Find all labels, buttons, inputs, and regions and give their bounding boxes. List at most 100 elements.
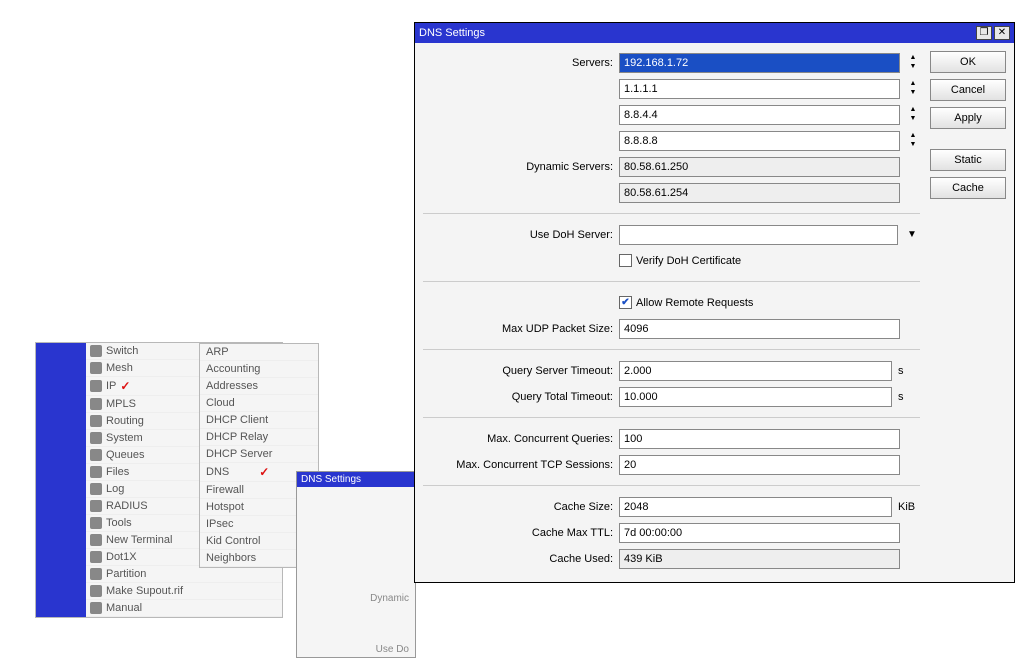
max-concurrent-tcp-input[interactable] [619,455,900,475]
mpls-icon [90,398,102,410]
seconds-unit: s [898,365,920,377]
red-check-icon: ✓ [259,465,269,479]
dynamic-servers-label: Dynamic Servers: [423,161,613,173]
max-udp-input[interactable] [619,319,900,339]
cache-used-label: Cache Used: [423,553,613,565]
dynamic-server-1 [619,157,900,177]
dot1x-icon [90,551,102,563]
menu-supout[interactable]: Make Supout.rif [86,583,282,600]
tools-icon [90,517,102,529]
menu-manual[interactable]: Manual [86,600,282,617]
log-icon [90,483,102,495]
window-title: DNS Settings [419,27,976,39]
server-1-spinner[interactable]: ▲▼ [906,54,920,72]
server-3-spinner[interactable]: ▲▼ [906,106,920,124]
partition-icon [90,568,102,580]
routing-icon [90,415,102,427]
sub-addresses[interactable]: Addresses [200,378,318,395]
max-udp-label: Max UDP Packet Size: [423,323,613,335]
chevron-up-icon: ▲ [906,80,920,89]
checkbox-icon [619,254,632,267]
servers-label: Servers: [423,57,613,69]
dns-settings-dialog: DNS Settings ❐ ✕ Servers: ▲▼ ▲▼ ▲▼ [414,22,1015,583]
kib-unit: KiB [898,501,920,513]
cache-size-label: Cache Size: [423,501,613,513]
doh-dropdown-arrow[interactable]: ▼ [904,229,920,240]
form-column: Servers: ▲▼ ▲▼ ▲▼ ▲▼ Dynamic Servers: [423,51,920,570]
query-server-timeout-label: Query Server Timeout: [423,365,613,377]
use-doh-input[interactable] [619,225,898,245]
max-concurrent-tcp-label: Max. Concurrent TCP Sessions: [423,459,613,471]
manual-icon [90,602,102,614]
sub-dhcp-client[interactable]: DHCP Client [200,412,318,429]
chevron-up-icon: ▲ [906,106,920,115]
use-doh-label: Use DoH Server: [423,229,613,241]
separator [423,213,920,214]
restore-button[interactable]: ❐ [976,26,992,40]
query-server-timeout-input[interactable] [619,361,892,381]
server-2-input[interactable] [619,79,900,99]
cancel-button[interactable]: Cancel [930,79,1006,101]
cache-button[interactable]: Cache [930,177,1006,199]
allow-remote-checkbox[interactable]: ✔ Allow Remote Requests [619,296,753,309]
chevron-down-icon: ▼ [906,89,920,98]
sub-cloud[interactable]: Cloud [200,395,318,412]
terminal-icon [90,534,102,546]
switch-icon [90,345,102,357]
apply-button[interactable]: Apply [930,107,1006,129]
server-2-spinner[interactable]: ▲▼ [906,80,920,98]
bg-small-dns-dialog: DNS Settings Dynamic Use Do [296,471,416,658]
server-1-input[interactable] [619,53,900,73]
titlebar[interactable]: DNS Settings ❐ ✕ [415,23,1014,43]
background-main-menu: Switch Mesh▸ IP✓▸ MPLS▸ Routing▸ System▸… [35,342,283,618]
sub-dhcp-relay[interactable]: DHCP Relay [200,429,318,446]
separator [423,485,920,486]
button-column: OK Cancel Apply Static Cache [930,51,1006,570]
sub-dhcp-server[interactable]: DHCP Server [200,446,318,463]
server-4-spinner[interactable]: ▲▼ [906,132,920,150]
menu-partition[interactable]: Partition [86,566,282,583]
chevron-down-icon: ▼ [907,229,917,240]
mesh-icon [90,362,102,374]
cache-max-ttl-label: Cache Max TTL: [423,527,613,539]
ip-icon [90,380,102,392]
chevron-up-icon: ▲ [906,54,920,63]
bg-left-bluebar [36,343,86,617]
close-button[interactable]: ✕ [994,26,1010,40]
static-button[interactable]: Static [930,149,1006,171]
separator [423,417,920,418]
bg-dynamic-label: Dynamic [303,593,409,604]
bg-small-dns-title: DNS Settings [297,472,415,487]
files-icon [90,466,102,478]
separator [423,349,920,350]
system-icon [90,432,102,444]
max-concurrent-queries-input[interactable] [619,429,900,449]
cache-used-value [619,549,900,569]
sub-arp[interactable]: ARP [200,344,318,361]
query-total-timeout-label: Query Total Timeout: [423,391,613,403]
server-4-input[interactable] [619,131,900,151]
sub-accounting[interactable]: Accounting [200,361,318,378]
queues-icon [90,449,102,461]
red-check-icon: ✓ [120,379,130,393]
chevron-down-icon: ▼ [906,141,920,150]
chevron-up-icon: ▲ [906,132,920,141]
cache-max-ttl-input[interactable] [619,523,900,543]
verify-doh-label: Verify DoH Certificate [636,255,741,267]
verify-doh-checkbox[interactable]: Verify DoH Certificate [619,254,741,267]
supout-icon [90,585,102,597]
restore-icon: ❐ [980,28,989,38]
max-concurrent-queries-label: Max. Concurrent Queries: [423,433,613,445]
separator [423,281,920,282]
cache-size-input[interactable] [619,497,892,517]
ok-button[interactable]: OK [930,51,1006,73]
close-icon: ✕ [998,28,1006,38]
seconds-unit: s [898,391,920,403]
dynamic-server-2 [619,183,900,203]
chevron-down-icon: ▼ [906,115,920,124]
checkbox-checked-icon: ✔ [619,296,632,309]
query-total-timeout-input[interactable] [619,387,892,407]
allow-remote-label: Allow Remote Requests [636,297,753,309]
server-3-input[interactable] [619,105,900,125]
bg-usedo-label: Use Do [303,644,409,655]
